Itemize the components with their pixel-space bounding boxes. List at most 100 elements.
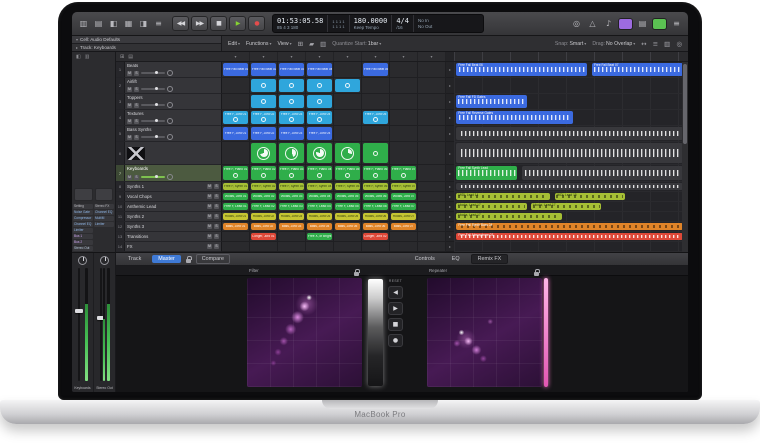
send-slot[interactable]: Bus 1: [73, 234, 93, 239]
loop-cell[interactable]: Hooks, Jord 03: [279, 213, 304, 220]
loop-cell[interactable]: Bass, Jord 07: [391, 223, 416, 230]
list-view-icon[interactable]: ≡: [653, 40, 658, 48]
region[interactable]: Free Fall Beat 07: [592, 63, 683, 76]
play-button[interactable]: ▶: [229, 16, 246, 31]
loop-cell-slot[interactable]: Free F, Piano 03: [278, 165, 306, 182]
tab-master[interactable]: Master: [152, 255, 180, 263]
mute-button[interactable]: M: [127, 135, 132, 140]
groove-icon[interactable]: ▥: [85, 54, 90, 60]
loop-cell-slot[interactable]: Free F, Jord 04: [306, 110, 334, 126]
loop-cell-slot[interactable]: [278, 142, 306, 165]
loop-cell-slot[interactable]: Vocals, Jord 05: [334, 192, 362, 202]
region[interactable]: Hooks, Lead 17: [456, 213, 561, 220]
track-header[interactable]: 6: [116, 142, 222, 165]
loop-cell-slot[interactable]: [418, 222, 446, 232]
loop-cell-slot[interactable]: Vocals, Jord 03: [278, 192, 306, 202]
solo-button[interactable]: S: [134, 71, 139, 76]
loop-cell-slot[interactable]: [390, 126, 418, 142]
menu-edit[interactable]: Edit▾: [228, 41, 240, 47]
loop-cell-slot[interactable]: Bass, Jord 05: [334, 222, 362, 232]
loop-cell-slot[interactable]: [334, 110, 362, 126]
send-slot[interactable]: Bus 2: [73, 240, 93, 245]
loop-cell[interactable]: [279, 79, 304, 92]
tab-remix-fx[interactable]: Remix FX: [471, 254, 509, 264]
loop-cell-slot[interactable]: Free Fall Beat 02: [250, 62, 278, 78]
loop-cell[interactable]: Free Fall Beat 01: [223, 63, 248, 76]
grid-arrangement-toggle[interactable]: ▸: [446, 182, 454, 192]
loop-cell-slot[interactable]: Hooks, Jord 06: [362, 212, 390, 222]
loop-cell-slot[interactable]: Free F, Synth 04: [306, 182, 334, 192]
loop-cell[interactable]: Hooks, Jord 02: [251, 213, 276, 220]
loop-cell-slot[interactable]: [362, 126, 390, 142]
loop-cell[interactable]: [307, 143, 332, 163]
loop-cell-slot[interactable]: [418, 78, 446, 94]
mute-button[interactable]: M: [127, 71, 132, 76]
loop-cell[interactable]: Free F, Piano 04: [307, 166, 332, 180]
track-header[interactable]: 2AirliftMS: [116, 78, 222, 94]
loop-cell-slot[interactable]: Vocals, Jord 04: [306, 192, 334, 202]
loop-cell[interactable]: Bass, Jord 06: [363, 223, 388, 230]
loop-cell-slot[interactable]: Free F, Jord 05: [362, 110, 390, 126]
loop-cell-slot[interactable]: [418, 62, 446, 78]
loop-cell[interactable]: Free F, Piano 03: [279, 166, 304, 180]
grid-arrangement-toggle[interactable]: ▸: [446, 242, 454, 252]
solo-button[interactable]: S: [134, 175, 139, 180]
loop-cell[interactable]: Free F, Synth 07: [391, 183, 416, 190]
quantize-start-control[interactable]: Quantize Start:1bar▾: [332, 41, 381, 47]
count-in-icon[interactable]: ♪: [602, 17, 615, 30]
loop-cell[interactable]: Free Fall Beat 04: [307, 63, 332, 76]
loop-cell-slot[interactable]: [418, 182, 446, 192]
loop-cell[interactable]: [279, 95, 304, 108]
grid-arrangement-toggle[interactable]: ▸: [446, 142, 454, 165]
loop-cell-slot[interactable]: Vocals, Jord 02: [250, 192, 278, 202]
repeater-xy-pad[interactable]: [427, 278, 542, 387]
list-editors-icon[interactable]: ≡: [152, 17, 165, 30]
loop-cell[interactable]: Free F, Synth 03: [279, 183, 304, 190]
mute-button[interactable]: M: [207, 184, 212, 189]
region[interactable]: [522, 166, 683, 180]
loop-cell-slot[interactable]: [306, 242, 334, 252]
loop-cell[interactable]: Free F, Piano 06: [363, 166, 388, 180]
mute-button[interactable]: M: [207, 224, 212, 229]
toolbar-menu-icon[interactable]: ≡: [670, 17, 683, 30]
track-preview-box[interactable]: [95, 188, 114, 201]
drag-control[interactable]: Drag:No Overlap▾: [592, 41, 635, 47]
loop-cell-slot[interactable]: [250, 78, 278, 94]
region-lane[interactable]: Free Fall Synth Bass 04: [454, 222, 688, 232]
loop-cell-slot[interactable]: Free F, Synth 01: [222, 182, 250, 192]
loop-cell-slot[interactable]: [390, 78, 418, 94]
stop-fx-button[interactable]: ■: [388, 318, 403, 331]
loop-cell-slot[interactable]: [278, 242, 306, 252]
loop-cell-slot[interactable]: Free F, Piano 07: [390, 165, 418, 182]
fader-cap[interactable]: [75, 309, 83, 313]
loop-cell[interactable]: Vocals, Jord 07: [391, 193, 416, 200]
tuner-icon[interactable]: ◎: [570, 17, 583, 30]
active-fx-slider[interactable]: [544, 278, 548, 387]
loop-cell-slot[interactable]: [418, 126, 446, 142]
region[interactable]: MIDI, Lead 14: [456, 193, 550, 200]
loop-cell-slot[interactable]: [334, 126, 362, 142]
loop-cell[interactable]: Free F, Lead 01: [223, 203, 248, 210]
loop-cell[interactable]: Vocals, Jord 05: [335, 193, 360, 200]
record-button[interactable]: ●: [248, 16, 265, 31]
loop-cell[interactable]: Free F, Piano 01: [223, 166, 248, 180]
volume-slider[interactable]: [141, 120, 165, 122]
loop-cell-slot[interactable]: Vocals, Jord 01: [222, 192, 250, 202]
loop-cell-slot[interactable]: Free F, Jord 02: [250, 126, 278, 142]
loop-cell[interactable]: Bass, Jord 03: [279, 223, 304, 230]
grid-arrangement-toggle[interactable]: ▸: [446, 202, 454, 212]
lock-icon[interactable]: [354, 272, 359, 276]
track-header[interactable]: 9Vocal ChopsMS: [116, 192, 222, 202]
loop-cell[interactable]: Free F, Jord 02: [251, 127, 276, 140]
loop-cell[interactable]: Bass, Jord 01: [223, 223, 248, 230]
loop-cell[interactable]: Free F, Synth 05: [335, 183, 360, 190]
menu-functions[interactable]: Functions▾: [246, 41, 272, 47]
pan-knob[interactable]: [167, 174, 173, 180]
region[interactable]: [456, 143, 683, 163]
loop-cell-slot[interactable]: [418, 110, 446, 126]
scene-trigger-icon[interactable]: ▾: [278, 52, 306, 61]
loop-cell[interactable]: Free F, Lead 06: [363, 203, 388, 210]
region-icon[interactable]: ◧: [76, 54, 81, 60]
loop-cell-slot[interactable]: [362, 94, 390, 110]
tab-eq[interactable]: EQ: [446, 255, 466, 263]
